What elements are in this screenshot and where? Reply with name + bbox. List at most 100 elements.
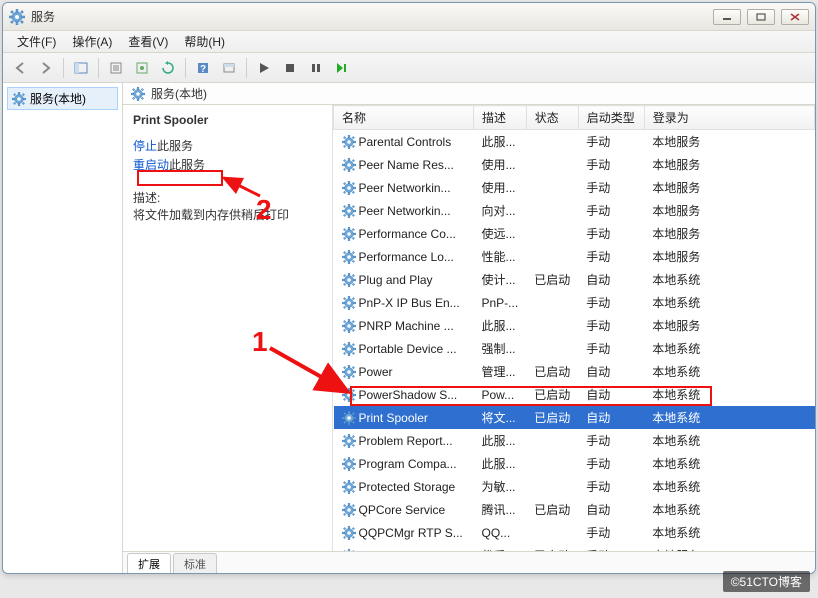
table-row[interactable]: Quality Windows...优质...已启动手动本地服务 xyxy=(334,544,815,551)
menubar: 文件(F) 操作(A) 查看(V) 帮助(H) xyxy=(3,31,815,53)
table-row[interactable]: Parental Controls此服...手动本地服务 xyxy=(334,130,815,154)
table-row[interactable]: Peer Name Res...使用...手动本地服务 xyxy=(334,153,815,176)
tree-item-label: 服务(本地) xyxy=(30,90,86,107)
service-name: Protected Storage xyxy=(359,480,456,494)
gear-icon xyxy=(342,388,356,402)
watermark: ©51CTO博客 xyxy=(723,571,810,592)
tab-standard[interactable]: 标准 xyxy=(173,553,217,574)
col-logon[interactable]: 登录为 xyxy=(644,106,814,130)
menu-action[interactable]: 操作(A) xyxy=(64,31,120,52)
window-title: 服务 xyxy=(31,8,713,25)
detail-pane: Print Spooler 停止此服务 重启动此服务 描述: 将文件加载到内存供… xyxy=(123,105,333,551)
tree-item-services-local[interactable]: 服务(本地) xyxy=(7,87,118,110)
service-name: QQPCMgr RTP S... xyxy=(359,526,463,540)
col-state[interactable]: 状态 xyxy=(526,106,578,130)
table-row[interactable]: Portable Device ...强制...手动本地系统 xyxy=(334,337,815,360)
menu-help[interactable]: 帮助(H) xyxy=(176,31,233,52)
gear-icon xyxy=(342,503,356,517)
back-button[interactable] xyxy=(9,57,31,79)
restart-service-link[interactable]: 重启动 xyxy=(133,158,169,172)
help-button[interactable]: ? xyxy=(192,57,214,79)
service-name: Quality Windows... xyxy=(359,549,458,552)
gear-icon xyxy=(342,135,356,149)
gear-icon xyxy=(342,158,356,172)
tab-strip: 扩展 标准 xyxy=(123,551,815,573)
table-row[interactable]: Print Spooler将文...已启动自动本地系统 xyxy=(334,406,815,429)
table-row[interactable]: PNRP Machine ...此服...手动本地服务 xyxy=(334,314,815,337)
toolbar-icon[interactable] xyxy=(218,57,240,79)
gear-icon xyxy=(342,227,356,241)
table-row[interactable]: Problem Report...此服...手动本地系统 xyxy=(334,429,815,452)
gear-icon xyxy=(342,181,356,195)
properties-button[interactable] xyxy=(131,57,153,79)
service-name: Peer Networkin... xyxy=(359,204,451,218)
service-name: Peer Name Res... xyxy=(359,158,454,172)
gear-icon xyxy=(342,365,356,379)
description-text: 将文件加载到内存供稍后打印 xyxy=(133,206,322,223)
titlebar: 服务 xyxy=(3,3,815,31)
table-row[interactable]: QQPCMgr RTP S...QQ...手动本地系统 xyxy=(334,521,815,544)
pause-service-button[interactable] xyxy=(305,57,327,79)
gear-icon xyxy=(342,342,356,356)
service-name: Plug and Play xyxy=(359,273,433,287)
gear-icon xyxy=(342,411,356,425)
gear-icon xyxy=(342,457,356,471)
stop-service-button[interactable] xyxy=(279,57,301,79)
table-row[interactable]: PowerShadow S...Pow...已启动自动本地系统 xyxy=(334,383,815,406)
minimize-button[interactable] xyxy=(713,9,741,25)
table-row[interactable]: Performance Co...使远...手动本地服务 xyxy=(334,222,815,245)
service-name: Performance Lo... xyxy=(359,250,454,264)
gear-icon xyxy=(342,319,356,333)
gear-icon xyxy=(342,526,356,540)
menu-view[interactable]: 查看(V) xyxy=(120,31,176,52)
table-row[interactable]: Peer Networkin...使用...手动本地服务 xyxy=(334,176,815,199)
maximize-button[interactable] xyxy=(747,9,775,25)
service-name: Performance Co... xyxy=(359,227,456,241)
service-name: Portable Device ... xyxy=(359,342,457,356)
table-row[interactable]: Performance Lo...性能...手动本地服务 xyxy=(334,245,815,268)
service-list[interactable]: 名称 描述 状态 启动类型 登录为 Parental Controls此服...… xyxy=(333,105,815,551)
tab-extended[interactable]: 扩展 xyxy=(127,553,171,574)
stop-service-link[interactable]: 停止 xyxy=(133,139,157,153)
table-row[interactable]: QPCore Service腾讯...已启动自动本地系统 xyxy=(334,498,815,521)
service-name: Print Spooler xyxy=(359,411,428,425)
col-start[interactable]: 启动类型 xyxy=(578,106,644,130)
gear-icon xyxy=(12,92,26,106)
table-row[interactable]: PnP-X IP Bus En...PnP-...手动本地系统 xyxy=(334,291,815,314)
gear-icon xyxy=(131,87,145,101)
services-window: 服务 文件(F) 操作(A) 查看(V) 帮助(H) ? xyxy=(2,2,816,574)
refresh-button[interactable] xyxy=(157,57,179,79)
table-row[interactable]: Peer Networkin...向对...手动本地服务 xyxy=(334,199,815,222)
app-icon xyxy=(9,9,25,25)
service-name: Peer Networkin... xyxy=(359,181,451,195)
selected-service-name: Print Spooler xyxy=(133,113,322,127)
close-button[interactable] xyxy=(781,9,809,25)
service-name: Problem Report... xyxy=(359,434,453,448)
menu-file[interactable]: 文件(F) xyxy=(9,31,64,52)
service-name: PowerShadow S... xyxy=(359,388,458,402)
start-service-button[interactable] xyxy=(253,57,275,79)
forward-button[interactable] xyxy=(35,57,57,79)
gear-icon xyxy=(342,480,356,494)
gear-icon xyxy=(342,434,356,448)
col-name[interactable]: 名称 xyxy=(334,106,474,130)
service-name: Program Compa... xyxy=(359,457,457,471)
table-row[interactable]: Power管理...已启动自动本地系统 xyxy=(334,360,815,383)
gear-icon xyxy=(342,204,356,218)
table-row[interactable]: Program Compa...此服...手动本地系统 xyxy=(334,452,815,475)
svg-text:?: ? xyxy=(200,64,206,75)
gear-icon xyxy=(342,296,356,310)
toolbar: ? xyxy=(3,53,815,83)
service-name: PNRP Machine ... xyxy=(359,319,454,333)
restart-service-button[interactable] xyxy=(331,57,353,79)
show-hide-tree-button[interactable] xyxy=(70,57,92,79)
gear-icon xyxy=(342,549,356,552)
description-label: 描述: xyxy=(133,189,322,206)
service-name: QPCore Service xyxy=(359,503,446,517)
export-list-button[interactable] xyxy=(105,57,127,79)
service-name: Power xyxy=(359,365,393,379)
col-desc[interactable]: 描述 xyxy=(474,106,527,130)
table-row[interactable]: Protected Storage为敏...手动本地系统 xyxy=(334,475,815,498)
table-row[interactable]: Plug and Play使计...已启动自动本地系统 xyxy=(334,268,815,291)
gear-icon xyxy=(342,250,356,264)
